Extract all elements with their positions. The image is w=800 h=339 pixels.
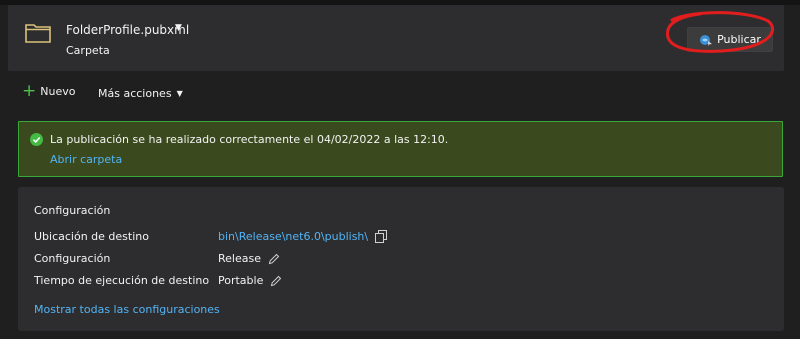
folder-icon: [25, 24, 51, 43]
chevron-down-icon[interactable]: ▼: [175, 23, 182, 33]
new-profile-button[interactable]: + Nuevo: [22, 81, 76, 101]
open-folder-link[interactable]: Abrir carpeta: [50, 153, 122, 166]
actions-toolbar: + Nuevo Más acciones ▼: [0, 82, 800, 104]
profile-selector[interactable]: FolderProfile.pubxml: [66, 23, 189, 37]
new-profile-label: Nuevo: [40, 84, 76, 98]
setting-label: Configuración: [34, 252, 111, 265]
setting-row-target-location: Ubicación de destino bin\Release\net6.0\…: [34, 230, 754, 246]
publish-success-banner: La publicación se ha realizado correctam…: [18, 121, 783, 177]
configuration-value: Release: [218, 252, 261, 265]
pencil-icon[interactable]: [268, 253, 280, 265]
setting-label: Tiempo de ejecución de destino: [34, 274, 210, 287]
copy-icon[interactable]: [375, 230, 388, 243]
more-actions-dropdown[interactable]: Más acciones ▼: [98, 87, 183, 100]
settings-title: Configuración: [34, 204, 111, 217]
setting-row-target-runtime: Tiempo de ejecución de destino Portable: [34, 274, 754, 290]
more-actions-label: Más acciones: [98, 87, 172, 100]
show-all-settings-link[interactable]: Mostrar todas las configuraciones: [34, 303, 220, 316]
setting-label: Ubicación de destino: [34, 230, 149, 243]
publish-icon: [700, 34, 713, 46]
plus-icon: +: [22, 81, 37, 101]
success-message: La publicación se ha realizado correctam…: [50, 133, 449, 146]
chevron-down-icon: ▼: [176, 89, 183, 98]
publish-profile-header: FolderProfile.pubxml ▼ Carpeta Publicar: [8, 5, 784, 71]
publish-button[interactable]: Publicar: [687, 27, 773, 52]
profile-target-type: Carpeta: [66, 44, 110, 57]
target-location-link[interactable]: bin\Release\net6.0\publish\: [218, 230, 368, 243]
target-runtime-value: Portable: [218, 274, 264, 287]
check-circle-icon: [30, 133, 43, 146]
setting-row-configuration: Configuración Release: [34, 252, 754, 268]
pencil-icon[interactable]: [270, 275, 282, 287]
settings-panel: Configuración Ubicación de destino bin\R…: [18, 187, 784, 331]
publish-button-label: Publicar: [717, 33, 761, 46]
